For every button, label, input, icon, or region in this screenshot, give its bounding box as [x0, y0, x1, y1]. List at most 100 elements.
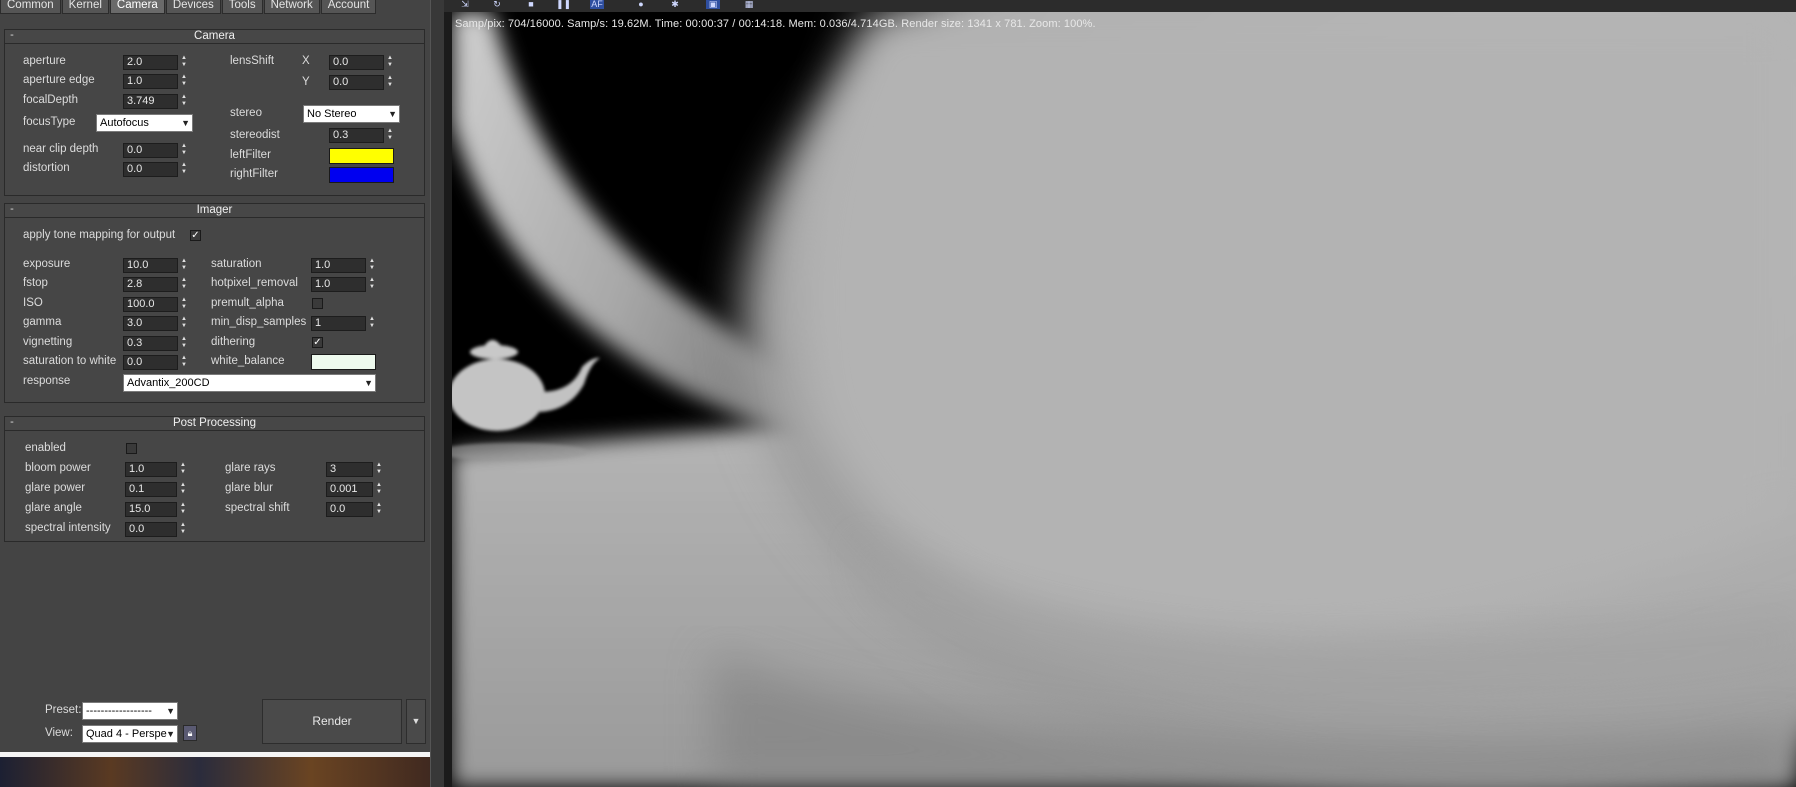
lens-shift-x-up-icon[interactable]: ▲	[385, 55, 395, 62]
post-collapse-button[interactable]: -	[6, 416, 18, 429]
distortion-field[interactable]: 0.0	[123, 162, 178, 177]
sat-white-down-icon[interactable]: ▼	[179, 362, 189, 369]
spectral-shift-field[interactable]: 0.0	[326, 502, 373, 517]
aperture-field[interactable]: 2.0	[123, 55, 178, 70]
spectral-intensity-field[interactable]: 0.0	[125, 522, 177, 537]
lens-shift-y-up-icon[interactable]: ▲	[385, 75, 395, 82]
sat-white-up-icon[interactable]: ▲	[179, 355, 189, 362]
copy-image-icon[interactable]: ▦	[742, 0, 756, 9]
bloom-up-icon[interactable]: ▲	[178, 462, 188, 469]
aperture-edge-down-icon[interactable]: ▼	[179, 81, 189, 88]
dithering-checkbox[interactable]: ✓	[312, 337, 323, 348]
hotpixel-down-icon[interactable]: ▼	[367, 284, 377, 291]
view-select[interactable]: Quad 4 - Perspe ▼	[82, 725, 178, 743]
iso-up-icon[interactable]: ▲	[179, 297, 189, 304]
exposure-up-icon[interactable]: ▲	[179, 258, 189, 265]
gamma-field[interactable]: 3.0	[123, 316, 178, 331]
autofocus-icon[interactable]: AF	[590, 0, 604, 9]
lock-view-button[interactable]: 🔒︎	[183, 725, 197, 741]
aperture-edge-field[interactable]: 1.0	[123, 74, 178, 89]
tab-tools[interactable]: Tools	[221, 0, 263, 14]
focal-depth-down-icon[interactable]: ▼	[179, 101, 189, 108]
glare-rays-field[interactable]: 3	[326, 462, 373, 477]
render-options-button[interactable]: ▼	[406, 699, 426, 744]
bloom-field[interactable]: 1.0	[125, 462, 177, 477]
glare-power-field[interactable]: 0.1	[125, 482, 177, 497]
aperture-edge-up-icon[interactable]: ▲	[179, 74, 189, 81]
save-image-icon[interactable]: ▣	[706, 0, 720, 9]
saturation-field[interactable]: 1.0	[311, 258, 366, 273]
lens-shift-y-field[interactable]: 0.0	[329, 75, 384, 90]
glare-power-down-icon[interactable]: ▼	[178, 489, 188, 496]
lens-shift-x-field[interactable]: 0.0	[329, 55, 384, 70]
stereodist-down-icon[interactable]: ▼	[385, 135, 395, 142]
distortion-up-icon[interactable]: ▲	[179, 162, 189, 169]
tab-kernel[interactable]: Kernel	[61, 0, 109, 14]
focal-depth-up-icon[interactable]: ▲	[179, 94, 189, 101]
saturation-down-icon[interactable]: ▼	[367, 265, 377, 272]
hotpixel-field[interactable]: 1.0	[311, 277, 366, 292]
stereo-select[interactable]: No Stereo ▼	[303, 105, 400, 123]
tab-devices[interactable]: Devices	[165, 0, 221, 14]
near-clip-up-icon[interactable]: ▲	[179, 143, 189, 150]
glare-rays-down-icon[interactable]: ▼	[374, 469, 384, 476]
stereodist-up-icon[interactable]: ▲	[385, 128, 395, 135]
glare-blur-field[interactable]: 0.001	[326, 482, 373, 497]
sat-white-field[interactable]: 0.0	[123, 355, 178, 370]
camera-collapse-button[interactable]: -	[6, 29, 18, 42]
hotpixel-up-icon[interactable]: ▲	[367, 277, 377, 284]
min-disp-field[interactable]: 1	[311, 316, 366, 331]
left-filter-color-swatch[interactable]	[329, 148, 394, 164]
tab-account[interactable]: Account	[320, 0, 377, 14]
restart-icon[interactable]: ↻	[490, 0, 504, 9]
spectral-intensity-down-icon[interactable]: ▼	[178, 529, 188, 536]
exposure-down-icon[interactable]: ▼	[179, 265, 189, 272]
response-select[interactable]: Advantix_200CD ▼	[123, 374, 376, 392]
aperture-down-icon[interactable]: ▼	[179, 62, 189, 69]
glare-angle-up-icon[interactable]: ▲	[178, 502, 188, 509]
glare-power-up-icon[interactable]: ▲	[178, 482, 188, 489]
bloom-down-icon[interactable]: ▼	[178, 469, 188, 476]
region-render-icon[interactable]: ⇲	[458, 0, 472, 9]
distortion-down-icon[interactable]: ▼	[179, 169, 189, 176]
exposure-field[interactable]: 10.0	[123, 258, 178, 273]
spectral-shift-up-icon[interactable]: ▲	[374, 502, 384, 509]
spectral-shift-down-icon[interactable]: ▼	[374, 509, 384, 516]
stereodist-field[interactable]: 0.3	[329, 128, 384, 143]
preset-select[interactable]: ------------------ ▼	[82, 702, 178, 720]
fstop-field[interactable]: 2.8	[123, 277, 178, 292]
tab-network[interactable]: Network	[263, 0, 320, 14]
glare-rays-up-icon[interactable]: ▲	[374, 462, 384, 469]
vignetting-up-icon[interactable]: ▲	[179, 336, 189, 343]
render-viewport[interactable]	[452, 12, 1796, 787]
pause-icon[interactable]: ❚❚	[556, 0, 571, 9]
gamma-up-icon[interactable]: ▲	[179, 316, 189, 323]
vignetting-down-icon[interactable]: ▼	[179, 343, 189, 350]
gamma-down-icon[interactable]: ▼	[179, 323, 189, 330]
near-clip-down-icon[interactable]: ▼	[179, 150, 189, 157]
iso-down-icon[interactable]: ▼	[179, 304, 189, 311]
tone-mapping-checkbox[interactable]: ✓	[190, 230, 201, 241]
near-clip-field[interactable]: 0.0	[123, 143, 178, 158]
spectral-intensity-up-icon[interactable]: ▲	[178, 522, 188, 529]
aperture-up-icon[interactable]: ▲	[179, 55, 189, 62]
iso-field[interactable]: 100.0	[123, 297, 178, 312]
panel-splitter[interactable]	[430, 0, 444, 787]
enabled-checkbox[interactable]	[126, 443, 137, 454]
glare-angle-down-icon[interactable]: ▼	[178, 509, 188, 516]
imager-collapse-button[interactable]: -	[6, 203, 18, 216]
vignetting-field[interactable]: 0.3	[123, 336, 178, 351]
render-button[interactable]: Render	[262, 699, 402, 744]
lens-shift-x-down-icon[interactable]: ▼	[385, 62, 395, 69]
saturation-up-icon[interactable]: ▲	[367, 258, 377, 265]
premult-checkbox[interactable]	[312, 298, 323, 309]
min-disp-up-icon[interactable]: ▲	[367, 316, 377, 323]
focus-type-select[interactable]: Autofocus ▼	[96, 114, 193, 132]
lens-shift-y-down-icon[interactable]: ▼	[385, 82, 395, 89]
tab-common[interactable]: Common	[0, 0, 61, 14]
white-balance-color-swatch[interactable]	[311, 354, 376, 370]
right-filter-color-swatch[interactable]	[329, 167, 394, 183]
tab-camera[interactable]: Camera	[109, 0, 165, 14]
stop-icon[interactable]: ■	[524, 0, 538, 9]
glare-angle-field[interactable]: 15.0	[125, 502, 177, 517]
